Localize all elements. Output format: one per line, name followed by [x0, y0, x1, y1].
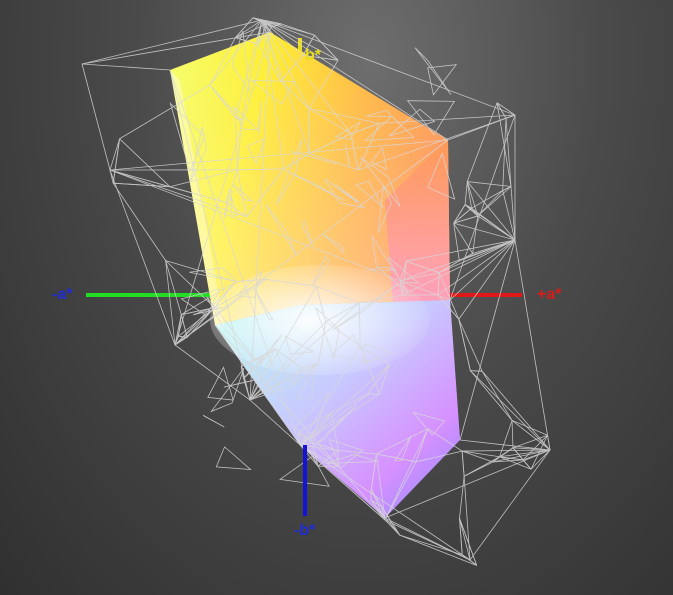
- gamut-scene: [81, 17, 551, 566]
- pos-a-axis-label: +a*: [537, 286, 562, 303]
- pos-b-axis-label: b*: [305, 47, 321, 64]
- neg-b-axis-label: -b*: [294, 522, 316, 539]
- neg-a-axis-label: -a*: [52, 286, 73, 303]
- gamut-3d-viewport[interactable]: -a* +a* b* -b*: [0, 0, 673, 595]
